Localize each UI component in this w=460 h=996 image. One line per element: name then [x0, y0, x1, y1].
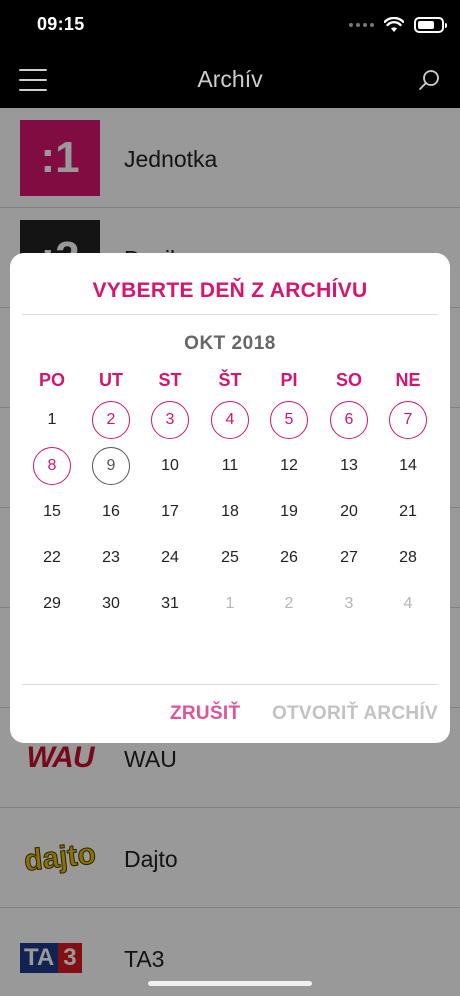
divider: [22, 684, 438, 685]
calendar-day-outside-month: 2: [284, 595, 294, 612]
calendar-day: 20: [340, 503, 358, 520]
calendar-day: 19: [280, 503, 298, 520]
search-icon[interactable]: [417, 68, 441, 92]
calendar-day-available[interactable]: 4: [211, 401, 249, 439]
calendar-day-outside-month: 4: [403, 595, 413, 612]
calendar-day: 16: [102, 503, 120, 520]
calendar-day: 27: [340, 549, 358, 566]
month-label: OKT 2018: [184, 333, 276, 354]
calendar-day-outside-month: 1: [225, 595, 235, 612]
calendar-day: 13: [340, 457, 358, 474]
cancel-button[interactable]: ZRUŠIŤ: [170, 703, 240, 725]
weekday-label: UT: [99, 370, 123, 390]
page-title: Archív: [197, 66, 263, 92]
calendar-day: 30: [102, 595, 120, 612]
calendar-day: 1: [47, 411, 57, 428]
calendar-day: 25: [221, 549, 239, 566]
divider: [22, 314, 438, 315]
calendar-day: 28: [399, 549, 417, 566]
calendar-day-available[interactable]: 2: [92, 401, 130, 439]
calendar-day: 22: [43, 549, 61, 566]
open-archive-button[interactable]: OTVORIŤ ARCHÍV: [272, 703, 438, 725]
dialog-title: VYBERTE DEŇ Z ARCHÍVU: [92, 279, 368, 302]
status-icons: [349, 17, 447, 33]
calendar-day-today[interactable]: 9: [92, 447, 130, 485]
status-time: 09:15: [37, 14, 85, 34]
calendar-day: 18: [221, 503, 239, 520]
status-bar: 09:15: [0, 0, 460, 52]
calendar-day-available[interactable]: 7: [389, 401, 427, 439]
calendar-day: 14: [399, 457, 417, 474]
calendar-day-available[interactable]: 8: [33, 447, 71, 485]
weekday-label: PI: [280, 370, 298, 390]
calendar-day-available[interactable]: 5: [270, 401, 308, 439]
weekday-label: ST: [158, 370, 182, 390]
weekday-label: SO: [335, 370, 362, 390]
calendar-day-available[interactable]: 3: [151, 401, 189, 439]
calendar-day: 21: [399, 503, 417, 520]
calendar-day: 12: [280, 457, 298, 474]
calendar-day: 15: [43, 503, 61, 520]
calendar-day: 23: [102, 549, 120, 566]
cellular-signal-icon: [349, 23, 374, 27]
battery-icon: [414, 17, 447, 33]
weekday-label: NE: [395, 370, 421, 390]
calendar-day: 29: [43, 595, 61, 612]
calendar-day: 17: [161, 503, 179, 520]
home-indicator[interactable]: [148, 981, 312, 986]
calendar-day-available[interactable]: 6: [330, 401, 368, 439]
calendar-day: 10: [161, 457, 179, 474]
weekday-label: ŠT: [218, 370, 242, 390]
calendar-day: 11: [221, 457, 239, 474]
weekday-label: PO: [38, 370, 65, 390]
calendar-day: 26: [280, 549, 298, 566]
wifi-icon: [384, 17, 404, 32]
date-picker-dialog: VYBERTE DEŇ Z ARCHÍVU OKT 2018 PO UT ST …: [10, 253, 450, 743]
calendar-day: 24: [161, 549, 179, 566]
calendar-day: 31: [161, 595, 179, 612]
app-header: Archív: [0, 52, 460, 108]
calendar-day-outside-month: 3: [344, 595, 354, 612]
